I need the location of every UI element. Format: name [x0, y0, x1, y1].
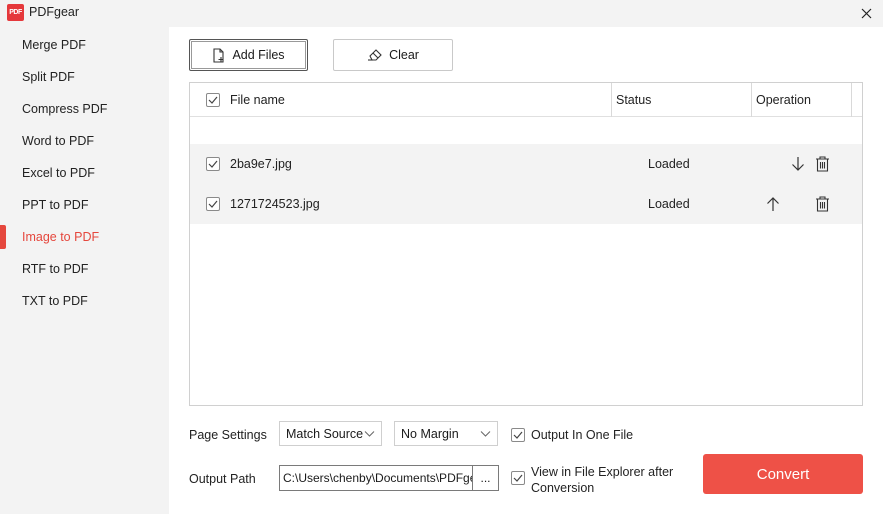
sidebar-item-label: Compress PDF	[22, 102, 108, 116]
clear-button[interactable]: Clear	[333, 39, 453, 71]
add-file-icon	[213, 47, 224, 63]
app-logo-icon: PDF	[7, 4, 24, 21]
row-checkbox[interactable]	[206, 197, 220, 211]
check-icon	[208, 160, 218, 168]
trash-icon	[815, 196, 829, 212]
sidebar-item-label: PPT to PDF	[22, 198, 89, 212]
sidebar-item-label: Merge PDF	[22, 38, 86, 52]
column-header-status: Status	[616, 93, 652, 107]
sidebar-item-split-pdf[interactable]: Split PDF	[0, 61, 169, 93]
output-one-file-label: Output In One File	[531, 428, 634, 442]
status-cell: Loaded	[648, 157, 690, 171]
view-in-explorer-checkbox[interactable]	[511, 471, 525, 485]
sidebar-item-label: Excel to PDF	[22, 166, 95, 180]
clear-label: Clear	[389, 48, 419, 62]
trash-icon	[815, 156, 829, 172]
sidebar-item-ppt-to-pdf[interactable]: PPT to PDF	[0, 189, 169, 221]
move-up-button[interactable]	[764, 195, 782, 213]
sidebar-item-label: TXT to PDF	[22, 294, 88, 308]
check-icon	[208, 200, 218, 208]
chevron-down-icon	[480, 431, 491, 437]
check-icon	[513, 474, 523, 482]
select-all-checkbox[interactable]	[206, 93, 220, 107]
sidebar-item-excel-to-pdf[interactable]: Excel to PDF	[0, 157, 169, 189]
page-size-value: Match Source	[286, 426, 364, 441]
delete-button[interactable]	[813, 155, 831, 173]
add-files-button[interactable]: Add Files	[189, 39, 308, 71]
margin-select[interactable]: No Margin	[394, 421, 498, 446]
sidebar-item-label: Image to PDF	[22, 230, 100, 244]
table-row[interactable]: 1271724523.jpg Loaded	[190, 184, 862, 224]
move-down-button[interactable]	[789, 155, 807, 173]
column-divider[interactable]	[851, 83, 852, 117]
check-icon	[513, 431, 523, 439]
file-table: File name Status Operation 2ba9e7.jpg Lo…	[189, 82, 863, 406]
main-panel: Add Files Clear File name Status Operati…	[169, 27, 883, 514]
chevron-down-icon	[364, 431, 375, 437]
close-icon	[861, 8, 871, 19]
output-path-label: Output Path	[189, 472, 256, 486]
page-size-select[interactable]: Match Source	[279, 421, 382, 446]
status-cell: Loaded	[648, 197, 690, 211]
eraser-icon	[368, 49, 382, 61]
sidebar-item-merge-pdf[interactable]: Merge PDF	[0, 29, 169, 61]
file-name-cell: 2ba9e7.jpg	[230, 157, 292, 171]
table-header: File name Status Operation	[190, 83, 862, 117]
check-icon	[208, 96, 218, 104]
view-in-explorer-label: View in File Explorer after Conversion	[531, 464, 673, 496]
column-header-operation: Operation	[756, 93, 811, 107]
sidebar-item-image-to-pdf[interactable]: Image to PDF	[0, 221, 169, 253]
app-title: PDFgear	[29, 5, 80, 19]
file-name-cell: 1271724523.jpg	[230, 197, 320, 211]
close-button[interactable]	[849, 0, 883, 27]
browse-button[interactable]: ...	[473, 465, 499, 491]
sidebar: Merge PDF Split PDF Compress PDF Word to…	[0, 27, 169, 514]
column-header-file-name: File name	[230, 93, 285, 107]
output-one-file-checkbox[interactable]	[511, 428, 525, 442]
sidebar-item-word-to-pdf[interactable]: Word to PDF	[0, 125, 169, 157]
delete-button[interactable]	[813, 195, 831, 213]
column-divider[interactable]	[751, 83, 752, 117]
sidebar-item-label: Split PDF	[22, 70, 75, 84]
view-in-explorer-label-line2: Conversion	[531, 481, 595, 495]
margin-value: No Margin	[401, 426, 459, 441]
active-indicator	[0, 225, 6, 249]
sidebar-item-txt-to-pdf[interactable]: TXT to PDF	[0, 285, 169, 317]
row-checkbox[interactable]	[206, 157, 220, 171]
sidebar-item-rtf-to-pdf[interactable]: RTF to PDF	[0, 253, 169, 285]
sidebar-item-label: RTF to PDF	[22, 262, 89, 276]
view-in-explorer-label-line1: View in File Explorer after	[531, 465, 674, 479]
add-files-label: Add Files	[232, 48, 285, 62]
title-bar: PDF PDFgear	[0, 0, 883, 27]
output-path-field[interactable]: C:\Users\chenby\Documents\PDFgear	[279, 465, 473, 491]
table-row[interactable]: 2ba9e7.jpg Loaded	[190, 144, 862, 184]
convert-button[interactable]: Convert	[703, 454, 863, 494]
arrow-down-icon	[792, 157, 804, 171]
column-divider[interactable]	[611, 83, 612, 117]
arrow-up-icon	[767, 197, 779, 211]
sidebar-item-compress-pdf[interactable]: Compress PDF	[0, 93, 169, 125]
sidebar-item-label: Word to PDF	[22, 134, 95, 148]
page-settings-label: Page Settings	[189, 428, 267, 442]
